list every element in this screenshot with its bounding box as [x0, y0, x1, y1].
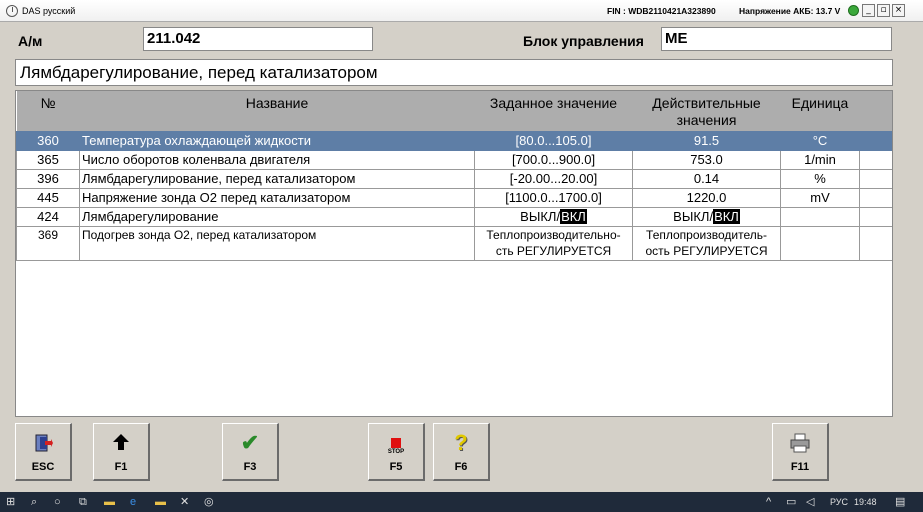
close-button[interactable]: ×: [892, 4, 905, 17]
cortana-icon[interactable]: ○: [54, 495, 61, 509]
on-state-badge: ВКЛ: [560, 208, 587, 224]
restore-button[interactable]: ▫: [877, 4, 890, 17]
mercedes-logo-icon: [6, 4, 18, 17]
app-icon[interactable]: ✕: [180, 495, 189, 509]
table-row[interactable]: 396 Лямбдарегулирование, перед катализат…: [16, 168, 892, 189]
fin-label: FIN : WDB2110421A323890: [607, 5, 716, 16]
table-row[interactable]: 365 Число оборотов коленвала двигателя […: [16, 149, 892, 170]
help-question-icon: ?: [454, 430, 468, 455]
stop-label: STOP: [387, 449, 405, 455]
file-explorer-icon[interactable]: ▬: [104, 495, 115, 509]
col-extra: [859, 91, 892, 131]
checkmark-icon: ✔: [240, 430, 260, 455]
col-unit: Единица: [780, 91, 860, 131]
table-row[interactable]: 360 Температура охлаждающей жидкости [80…: [16, 130, 892, 151]
search-icon[interactable]: ⌕: [31, 495, 37, 509]
title-bar: DAS русский FIN : WDB2110421A323890 Напр…: [0, 0, 923, 22]
am-label: A/м: [18, 33, 43, 49]
test-title-field: Лямбдарегулирование, перед катализатором: [15, 59, 893, 86]
windows-taskbar: ⊞ ⌕ ○ ⧉ ▬ e ▬ ✕ ◎ ^ ▭ ◁ РУС 19:48 ▤: [0, 492, 923, 512]
f1-button[interactable]: F1: [93, 423, 150, 481]
task-view-icon[interactable]: ⧉: [79, 495, 87, 509]
control-unit-field: ME: [661, 27, 892, 51]
clock[interactable]: 19:48: [854, 495, 877, 509]
table-row[interactable]: 424 Лямбдарегулирование ВЫКЛ/ВКЛ ВЫКЛ/ВК…: [16, 206, 892, 227]
f11-button[interactable]: F11: [772, 423, 829, 481]
tray-chevron-icon[interactable]: ^: [766, 495, 771, 509]
das-window: DAS русский FIN : WDB2110421A323890 Напр…: [0, 0, 923, 492]
f5-button[interactable]: STOP F5: [368, 423, 425, 481]
col-num: №: [16, 91, 80, 131]
col-name: Название: [79, 91, 475, 131]
on-state-badge: ВКЛ: [713, 208, 740, 224]
status-ok-icon: [848, 5, 859, 16]
das-app-icon[interactable]: ◎: [204, 495, 214, 509]
arrow-up-icon: [94, 433, 148, 455]
notifications-icon[interactable]: ▤: [895, 495, 905, 509]
printer-icon: [773, 433, 827, 457]
am-value-field: 211.042: [143, 27, 373, 51]
network-icon[interactable]: ▭: [786, 495, 796, 509]
values-table: № Название Заданное значение Действитель…: [15, 90, 893, 417]
col-actual: Действительные значения: [632, 91, 781, 131]
edge-icon[interactable]: e: [130, 495, 136, 509]
table-row[interactable]: 445 Напряжение зонда O2 перед катализато…: [16, 187, 892, 208]
language-indicator[interactable]: РУС: [830, 495, 848, 509]
exit-door-icon: [16, 433, 70, 457]
f3-button[interactable]: ✔ F3: [222, 423, 279, 481]
window-title: DAS русский: [22, 5, 76, 16]
volume-icon[interactable]: ◁: [806, 495, 814, 509]
table-header: № Название Заданное значение Действитель…: [16, 91, 892, 131]
control-unit-label: Блок управления: [523, 33, 644, 49]
minimize-button[interactable]: _: [862, 4, 875, 17]
f6-button[interactable]: ? F6: [433, 423, 490, 481]
windows-start-icon[interactable]: ⊞: [6, 495, 15, 509]
table-row[interactable]: 369 Подогрев зонда O2, перед катализатор…: [16, 225, 892, 261]
col-target: Заданное значение: [474, 91, 633, 131]
battery-voltage-label: Напряжение АКБ: 13.7 V: [739, 5, 841, 16]
esc-button[interactable]: ESC: [15, 423, 72, 481]
folder-icon[interactable]: ▬: [155, 495, 166, 509]
